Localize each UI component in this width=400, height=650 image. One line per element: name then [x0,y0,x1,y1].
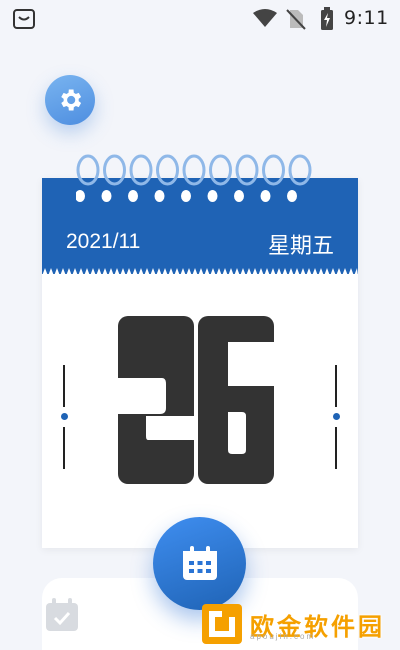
binding-hole [287,190,297,202]
binding-ring [262,154,285,186]
binding-hole [260,190,271,202]
status-bar: 9:11 [0,0,400,36]
header-zigzag-edge [42,268,358,276]
binding-ring [129,154,153,186]
binding-rings [76,154,312,202]
left-side-marker [61,365,68,475]
calendar-check-icon[interactable] [44,598,80,632]
binding-hole [154,190,165,202]
weekday-label: 星期五 [267,234,334,259]
binding-ring [76,154,100,186]
binding-ring [156,154,179,186]
binding-ring [235,154,259,186]
binding-hole [101,190,112,202]
calendar-fab-button[interactable] [153,517,246,610]
watermark-logo-icon [202,604,242,644]
day-digit-tens [118,316,194,484]
watermark-subtext: apoujin.com [250,632,316,641]
binding-hole [76,190,85,202]
binding-ring [182,154,206,186]
settings-button[interactable] [45,75,95,125]
wifi-icon [253,9,277,27]
binding-ring [209,154,232,186]
binding-hole [128,190,138,202]
watermark: 欧金软件园 apoujin.com [200,602,396,646]
binding-hole [207,190,218,202]
status-time: 9:11 [344,7,389,29]
binding-hole [181,190,191,202]
calendar-grid-icon [182,545,217,580]
binding-ring [103,154,126,186]
gear-icon [61,89,82,111]
year-month-label: 2021/11 [66,230,141,253]
no-sim-icon [286,9,306,30]
battery-charging-icon [321,7,333,30]
app-inbox-icon [13,9,35,29]
binding-hole [234,190,244,202]
right-side-marker [333,365,340,475]
binding-ring [288,154,312,186]
day-digit-ones [198,316,274,484]
